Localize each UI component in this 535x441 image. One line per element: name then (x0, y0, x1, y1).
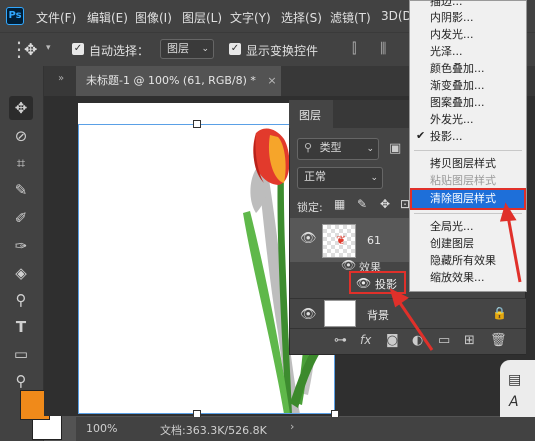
arrow-to-drop-shadow (396, 299, 434, 351)
arrow-to-clear-style (506, 215, 522, 283)
annotation-arrows (389, 202, 522, 351)
